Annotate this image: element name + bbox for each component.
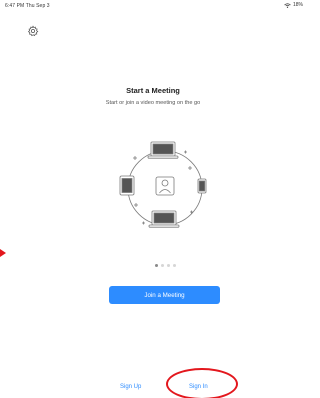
- phone-right-icon: [197, 178, 207, 194]
- sign-in-annotation-circle: [166, 368, 238, 398]
- battery-percent: 18%: [292, 2, 303, 8]
- sign-up-button[interactable]: Sign Up: [120, 384, 141, 390]
- meeting-illustration: [118, 138, 212, 242]
- status-right-group: 18%: [284, 2, 303, 8]
- page-dot-2[interactable]: [161, 264, 164, 267]
- page-dot-3[interactable]: [167, 264, 170, 267]
- status-bar: 6:47 PM Thu Sep 3 18%: [0, 0, 306, 14]
- tablet-left-icon: [119, 175, 135, 196]
- wifi-icon: [284, 2, 291, 8]
- join-meeting-button[interactable]: Join a Meeting: [109, 286, 220, 304]
- status-time-date: 6:47 PM Thu Sep 3: [5, 3, 50, 9]
- gear-icon: [27, 25, 41, 37]
- page-indicator[interactable]: [155, 264, 176, 267]
- page-dot-1[interactable]: [155, 264, 158, 267]
- settings-button[interactable]: [27, 25, 41, 39]
- laptop-bottom-icon: [148, 210, 180, 228]
- person-avatar-icon: [155, 176, 175, 196]
- annotation-arrow-icon: [0, 249, 6, 257]
- page-dot-4[interactable]: [173, 264, 176, 267]
- laptop-top-icon: [147, 141, 179, 159]
- onboarding-title: Start a Meeting: [126, 86, 180, 95]
- onboarding-subtitle: Start or join a video meeting on the go: [105, 100, 201, 106]
